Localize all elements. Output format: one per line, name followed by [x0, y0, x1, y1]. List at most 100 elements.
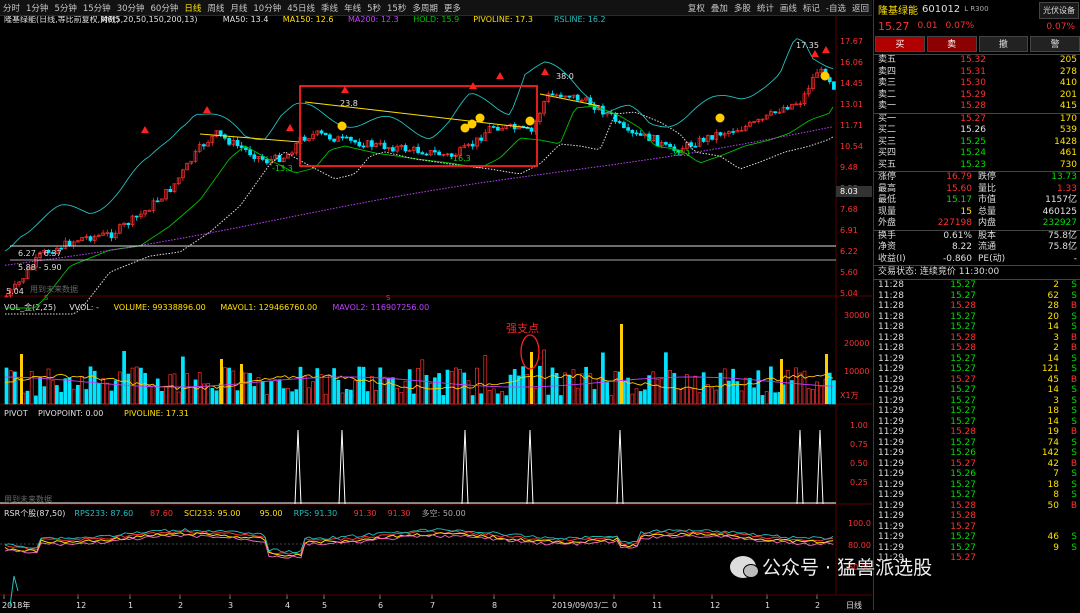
tool-7[interactable]: 返回 [849, 2, 872, 14]
tick-price: 15.27 [950, 532, 976, 542]
period-2[interactable]: 5分钟 [51, 2, 79, 14]
pivot-spike [338, 429, 346, 505]
cancel-button[interactable]: 撤 [978, 36, 1029, 52]
volume-bar [273, 379, 278, 405]
bid-row[interactable]: 买五 15.23 730 [874, 160, 1080, 172]
x-axis-label: 12 [76, 601, 86, 610]
level-volume: 461 [1059, 148, 1077, 158]
tool-4[interactable]: 画线 [777, 2, 800, 14]
volume-bar [487, 389, 492, 405]
volume-bar [67, 377, 72, 405]
ask-row[interactable]: 卖四 15.31 278 [874, 67, 1080, 79]
period-12[interactable]: 年线 [341, 2, 364, 14]
period-11[interactable]: 季线 [318, 2, 341, 14]
sector-button[interactable]: 光伏设备 [1039, 2, 1079, 19]
stats-block-2: 换手 0.61% 股本 75.8亿 净资 8.22 流通 75.8亿 收益(I) -0.860 PE… [874, 229, 1080, 266]
tick-volume: 142 [1041, 448, 1059, 458]
tick-volume [976, 553, 1059, 564]
level-label: 卖五 [878, 55, 897, 65]
tool-6[interactable]: -自选 [823, 2, 849, 14]
volume-bar [798, 372, 803, 405]
volume-bar [643, 389, 647, 405]
tool-1[interactable]: 叠加 [708, 2, 731, 14]
bid-row[interactable]: 买一 15.27 170 [874, 114, 1080, 126]
volume-bar [470, 395, 475, 405]
volume-bar [46, 368, 51, 405]
volume-bar [277, 379, 282, 405]
buy-button[interactable]: 买 [875, 36, 925, 52]
x-axis-label: 7 [430, 601, 435, 610]
volume-bar [63, 378, 68, 405]
bid-row[interactable]: 买三 15.25 1428 [874, 137, 1080, 149]
volume-bar [269, 380, 273, 405]
period-6[interactable]: 日线 [181, 2, 204, 14]
period-8[interactable]: 月线 [227, 2, 250, 14]
period-0[interactable]: 分时 [0, 2, 23, 14]
tick-price: 15.27 [950, 385, 976, 395]
ask-row[interactable]: 卖五 15.32 205 [874, 55, 1080, 67]
stat-row: 换手 0.61% 股本 75.8亿 [874, 231, 1080, 243]
bid-row[interactable]: 买四 15.24 461 [874, 148, 1080, 160]
period-10[interactable]: 45日线 [284, 2, 318, 14]
tick-side: S [1071, 542, 1077, 553]
period-16[interactable]: 更多 [441, 2, 464, 14]
tick-price: 15.27 [950, 280, 976, 290]
alert-button[interactable]: 警 [1030, 36, 1080, 52]
period-3[interactable]: 15分钟 [80, 2, 114, 14]
tick-list[interactable]: 11:28 15.27 2 S 11:28 15.27 62 S 11:28 15.28 28 B 11… [874, 279, 1080, 564]
candle-body [147, 210, 152, 212]
tick-side: S [1071, 395, 1077, 406]
period-15[interactable]: 多周期 [409, 2, 441, 14]
level-price: 15.28 [960, 101, 986, 111]
stat-label: 总量 [978, 206, 997, 217]
volume-bar [382, 376, 387, 405]
volume-bar [252, 386, 257, 405]
kline-chart-svg[interactable]: 隆基绿能(日线,等比前复权,对数)M6(5,20,50,150,200,13) M… [0, 14, 872, 610]
tool-0[interactable]: 复权 [685, 2, 708, 14]
ask-row[interactable]: 卖二 15.29 201 [874, 90, 1080, 102]
rsr-axis-label: 100.0 [848, 519, 871, 528]
future-data-warning: 用到未来数据 [4, 494, 52, 504]
stat-label: 现量 [878, 206, 897, 217]
ma-white-dotted-line [5, 111, 834, 315]
period-7[interactable]: 周线 [204, 2, 227, 14]
breakout-marker [141, 126, 149, 133]
tick-time: 11:29 [878, 532, 904, 542]
stat-label: 股本 [978, 230, 997, 241]
tick-volume: 45 [1047, 374, 1059, 385]
chart-area[interactable]: 隆基绿能(日线,等比前复权,对数) M6(5,20,50,150,200,13) M… [0, 14, 872, 610]
tick-volume: 14 [1047, 353, 1059, 364]
price-axis-label: 16.06 [840, 58, 863, 67]
tool-5[interactable]: 标记 [800, 2, 823, 14]
volume-bar [298, 366, 303, 405]
tick-side: S [1071, 290, 1077, 301]
ask-row[interactable]: 卖三 15.30 410 [874, 78, 1080, 90]
candle-body [416, 146, 420, 153]
indicator-header-text: RSLINE: 16.2 [554, 16, 606, 24]
peak-label: 23.8 [340, 99, 358, 108]
candle-body [265, 159, 269, 164]
level-price: 15.23 [960, 159, 986, 170]
volume-bar [265, 394, 269, 405]
period-5[interactable]: 60分钟 [148, 2, 182, 14]
tick-volume [976, 511, 1059, 522]
bid-row[interactable]: 买二 15.26 539 [874, 125, 1080, 137]
sell-button[interactable]: 卖 [926, 36, 977, 52]
ask-row[interactable]: 卖一 15.28 415 [874, 101, 1080, 113]
period-9[interactable]: 10分钟 [250, 2, 284, 14]
tick-time: 11:29 [878, 469, 904, 479]
period-14[interactable]: 15秒 [384, 2, 409, 14]
candle-body [567, 95, 572, 98]
tick-time: 11:29 [878, 385, 904, 395]
tick-price: 15.27 [950, 553, 976, 563]
volume-bar [785, 369, 790, 405]
period-13[interactable]: 5秒 [364, 2, 384, 14]
period-4[interactable]: 30分钟 [114, 2, 148, 14]
x-axis-period: 日线 [846, 600, 862, 610]
tool-3[interactable]: 统计 [754, 2, 777, 14]
tool-2[interactable]: 多股 [731, 2, 754, 14]
period-1[interactable]: 1分钟 [23, 2, 51, 14]
volume-bar [235, 390, 240, 405]
tick-time: 11:28 [878, 301, 904, 311]
level-price: 15.26 [960, 125, 986, 135]
